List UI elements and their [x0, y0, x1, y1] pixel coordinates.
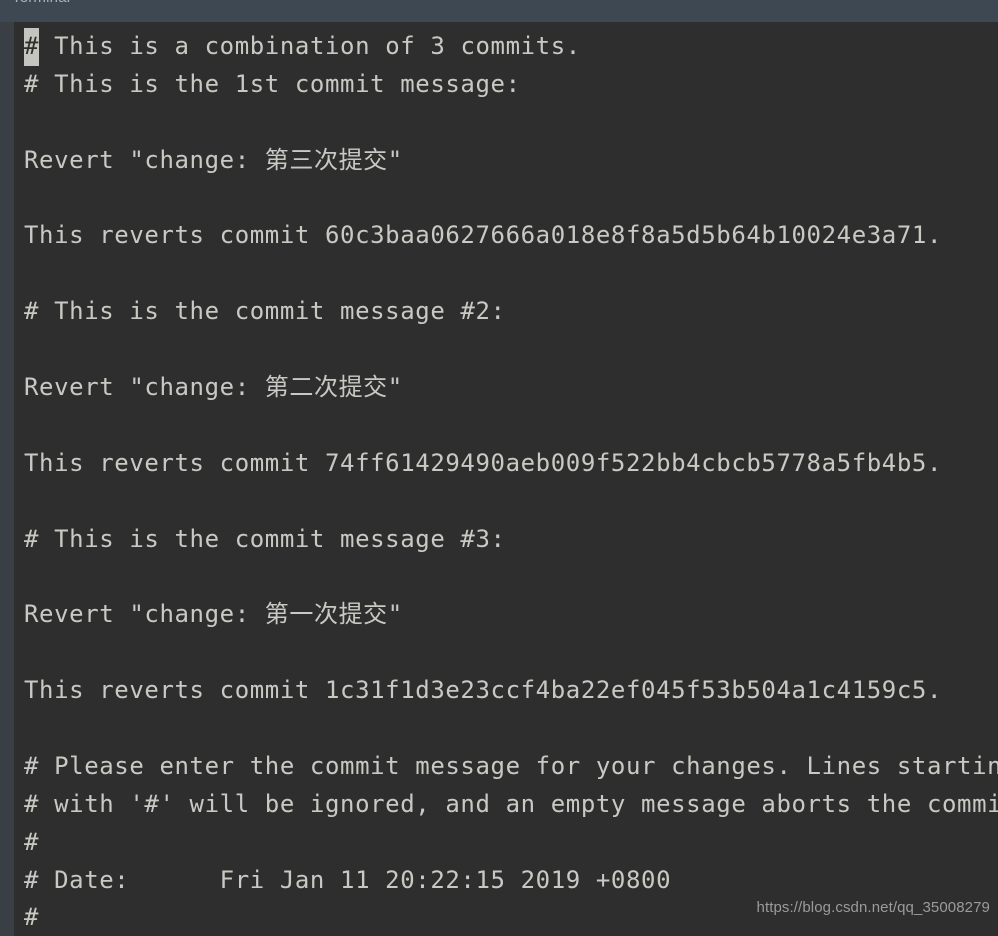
terminal-line: Revert "change: 第二次提交" [24, 373, 403, 402]
terminal-line: # Date: Fri Jan 11 20:22:15 2019 +0800 [24, 865, 672, 894]
terminal-line: # with '#' will be ignored, and an empty… [24, 789, 998, 818]
terminal-line: This reverts commit 74ff61429490aeb009f5… [24, 448, 943, 477]
terminal-line: This reverts commit 60c3baa0627666a018e8… [24, 221, 943, 250]
window-titlebar: Terminal [0, 0, 998, 22]
terminal-line: # This is the 1st commit message: [24, 69, 521, 98]
terminal-cursor: # [24, 28, 40, 66]
terminal-line: # Please enter the commit message for yo… [24, 751, 998, 780]
terminal-line: # This is a combination of 3 commits. [24, 28, 998, 66]
terminal-screen[interactable]: # This is a combination of 3 commits. # T… [14, 22, 998, 936]
terminal-line: Revert "change: 第三次提交" [24, 145, 403, 174]
terminal-left-gutter [0, 22, 14, 936]
terminal-line: Revert "change: 第一次提交" [24, 600, 403, 629]
terminal-window: Terminal # This is a combination of 3 co… [0, 0, 998, 936]
terminal-line: # [24, 827, 40, 856]
terminal-line: # This is the commit message #2: [24, 297, 506, 326]
window-title: Terminal [12, 0, 70, 6]
terminal-line: This reverts commit 1c31f1d3e23ccf4ba22e… [24, 676, 943, 705]
csdn-watermark: https://blog.csdn.net/qq_35008279 [756, 899, 990, 916]
terminal-body[interactable]: # This is a combination of 3 commits. # T… [0, 22, 998, 936]
terminal-line: # This is the commit message #3: [24, 524, 506, 553]
